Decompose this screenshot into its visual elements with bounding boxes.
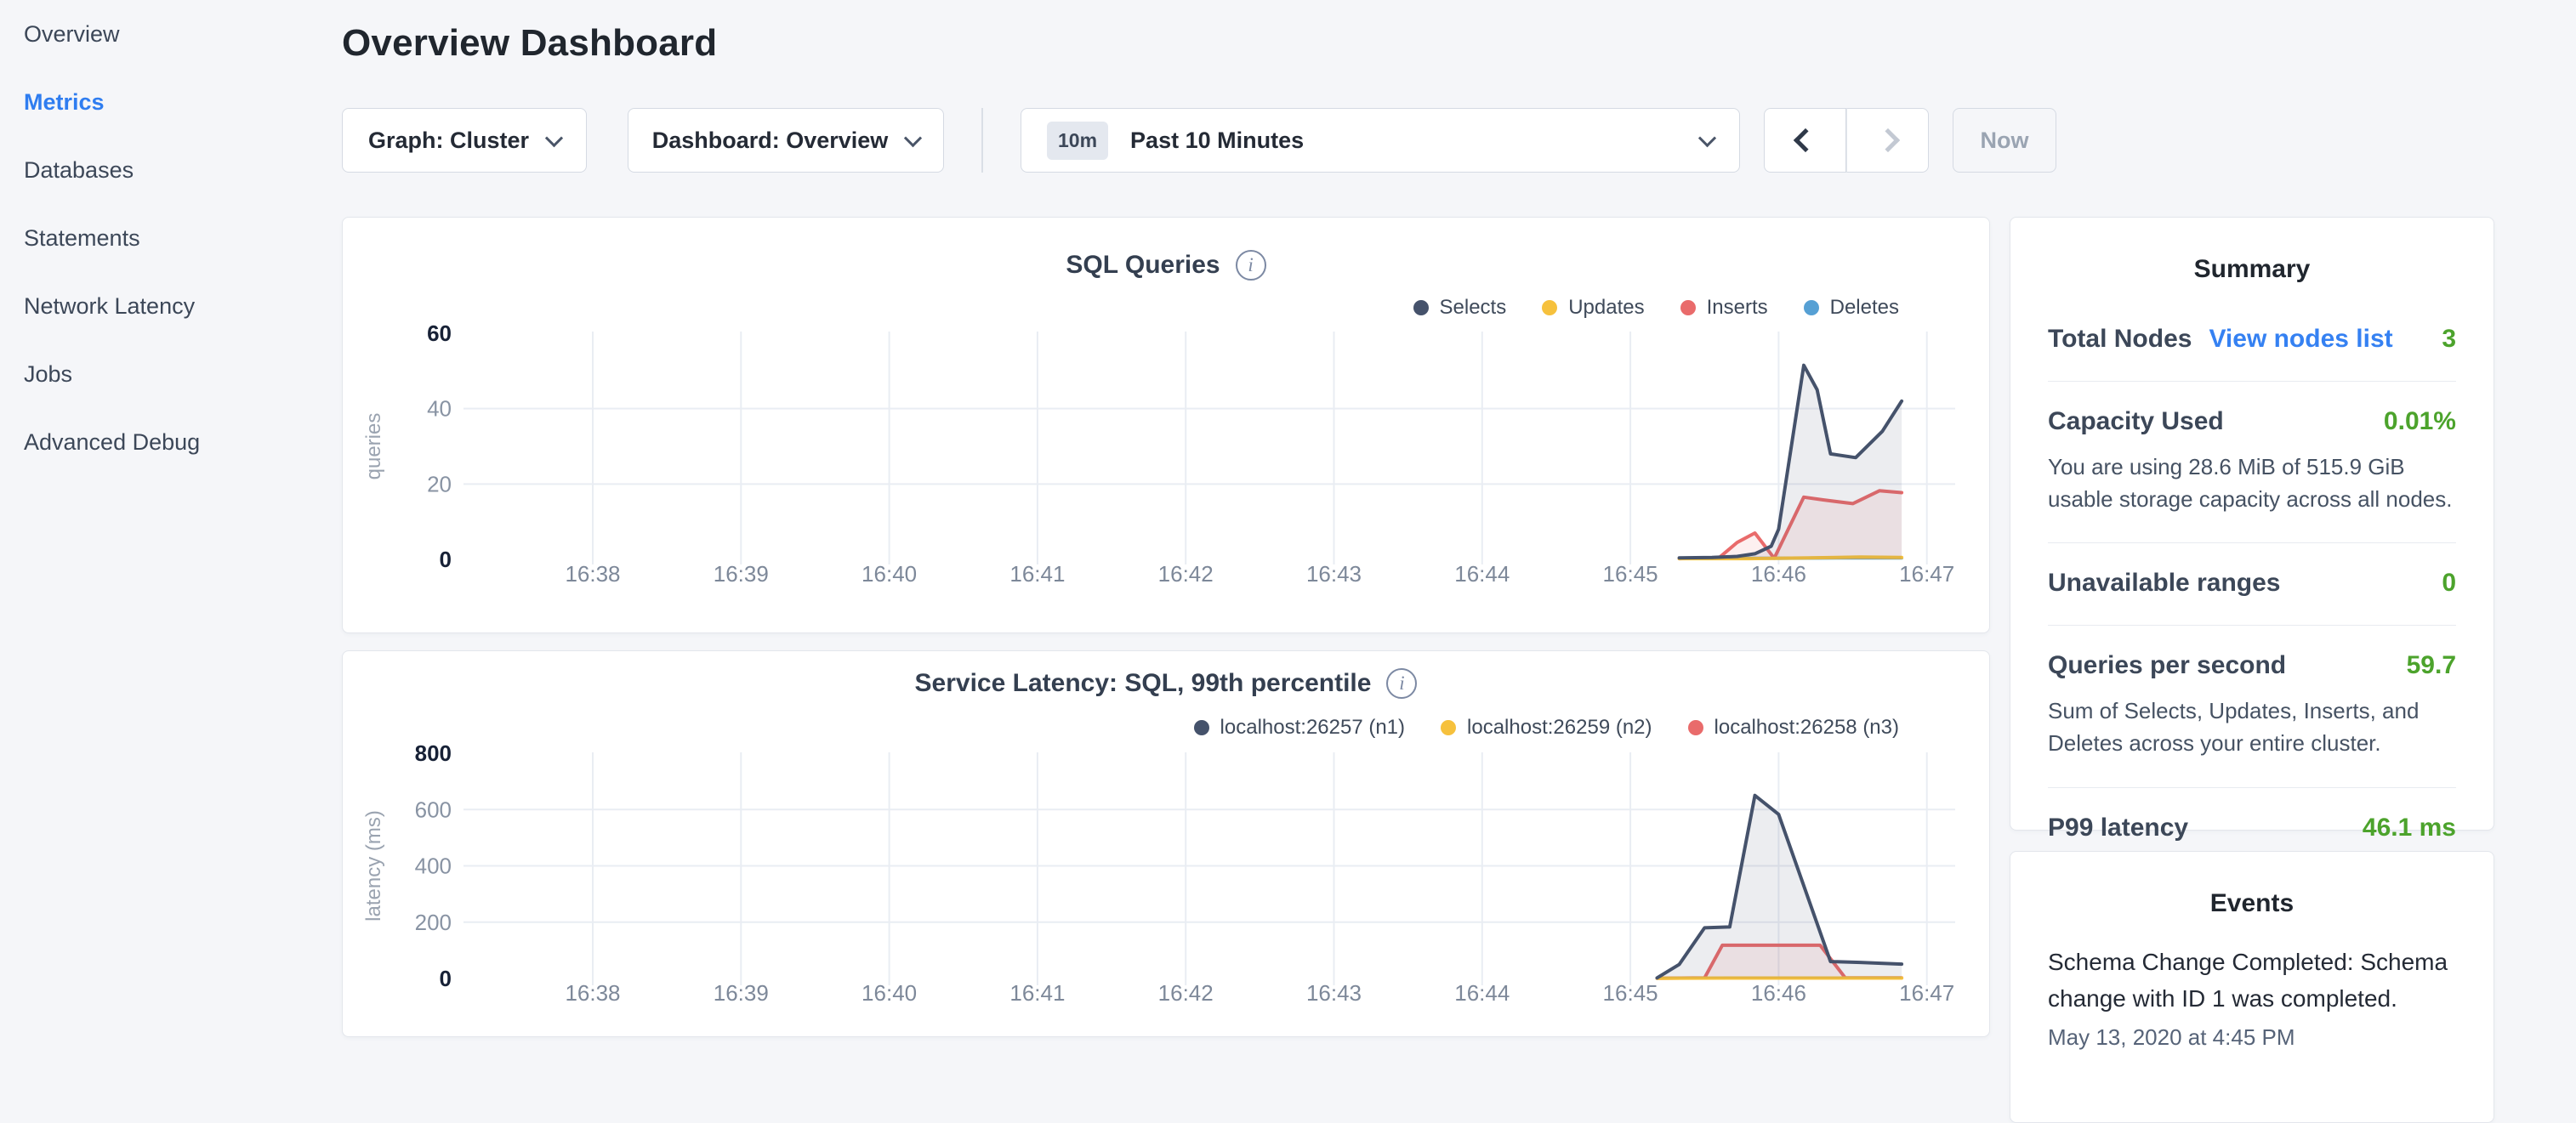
svg-text:16:42: 16:42: [1158, 561, 1214, 587]
now-button[interactable]: Now: [1953, 108, 2056, 173]
summary-panel: Summary Total Nodes View nodes list 3 Capac…: [2010, 217, 2494, 831]
svg-text:0: 0: [440, 966, 452, 991]
dashboard-dropdown-label: Dashboard: Overview: [652, 128, 889, 154]
svg-text:400: 400: [415, 854, 452, 879]
time-range-label: Past 10 Minutes: [1130, 128, 1679, 154]
svg-text:16:47: 16:47: [1899, 561, 1954, 587]
svg-text:0: 0: [440, 547, 452, 572]
chevron-left-icon: [1793, 128, 1817, 152]
chart-title-row: SQL Queries i: [343, 250, 1989, 281]
svg-text:40: 40: [427, 396, 452, 422]
chevron-down-icon: [545, 129, 563, 147]
svg-text:16:38: 16:38: [565, 561, 620, 587]
summary-row-label: P99 latency: [2048, 814, 2188, 842]
summary-row: Total Nodes View nodes list 3: [2048, 296, 2456, 381]
sidebar: OverviewMetricsDatabasesStatementsNetwor…: [0, 0, 342, 476]
info-icon[interactable]: i: [1236, 250, 1266, 281]
svg-text:16:41: 16:41: [1009, 980, 1065, 1006]
page-title: Overview Dashboard: [342, 22, 717, 65]
time-step-back-button[interactable]: [1764, 108, 1846, 173]
sidebar-item-databases[interactable]: Databases: [24, 136, 342, 204]
svg-text:16:39: 16:39: [714, 980, 769, 1006]
svg-text:16:38: 16:38: [565, 980, 620, 1006]
svg-text:20: 20: [427, 471, 452, 496]
service-latency-chart[interactable]: 0 200 400 600 800 16:38 16:39 16:40 16:41 16:42 16…: [343, 732, 1991, 1021]
chart-title-row: Service Latency: SQL, 99th percentile i: [343, 668, 1989, 699]
summary-row-value: 0.01%: [2384, 407, 2456, 436]
svg-text:16:44: 16:44: [1454, 561, 1510, 587]
toolbar: Graph: Cluster Dashboard: Overview 10m P…: [342, 108, 2056, 173]
summary-row-label: Unavailable ranges: [2048, 569, 2280, 598]
svg-text:600: 600: [415, 797, 452, 822]
svg-text:queries: queries: [362, 413, 385, 480]
svg-text:16:43: 16:43: [1306, 980, 1362, 1006]
chevron-down-icon: [1698, 129, 1716, 147]
service-latency-chart-card: Service Latency: SQL, 99th percentile i …: [342, 650, 1990, 1037]
chart-title: SQL Queries: [1066, 251, 1220, 280]
summary-row: Capacity Used 0.01% You are using 28.6 MiB…: [2048, 381, 2456, 542]
main-content: Overview Dashboard Graph: Cluster Dashbo…: [342, 0, 1990, 1051]
svg-text:16:45: 16:45: [1603, 561, 1658, 587]
chevron-down-icon: [904, 129, 922, 147]
summary-row-value: 59.7: [2407, 651, 2456, 680]
sql-queries-chart-card: SQL Queries i SelectsUpdatesInsertsDelet…: [342, 217, 1990, 633]
graph-dropdown-label: Graph: Cluster: [368, 128, 529, 154]
events-title: Events: [2048, 889, 2456, 918]
svg-text:200: 200: [415, 910, 452, 935]
info-icon[interactable]: i: [1386, 668, 1417, 699]
chart-title: Service Latency: SQL, 99th percentile: [915, 669, 1372, 698]
toolbar-divider: [981, 108, 983, 173]
summary-row-label: Capacity Used: [2048, 407, 2224, 436]
summary-row-value: 3: [2442, 325, 2456, 354]
sidebar-item-jobs[interactable]: Jobs: [24, 340, 342, 408]
dashboard-dropdown[interactable]: Dashboard: Overview: [628, 108, 944, 173]
summary-row-description: You are using 28.6 MiB of 515.9 GiB usab…: [2048, 451, 2456, 515]
svg-text:60: 60: [427, 320, 452, 346]
summary-row-label: Total Nodes: [2048, 325, 2192, 354]
svg-text:16:41: 16:41: [1009, 561, 1065, 587]
sidebar-item-statements[interactable]: Statements: [24, 204, 342, 272]
svg-text:16:47: 16:47: [1899, 980, 1954, 1006]
time-range-dropdown[interactable]: 10m Past 10 Minutes: [1021, 108, 1740, 173]
summary-row-value: 0: [2442, 569, 2456, 598]
sidebar-item-advanced-debug[interactable]: Advanced Debug: [24, 408, 342, 476]
time-step-forward-button[interactable]: [1846, 108, 1929, 173]
summary-row-label: Queries per second: [2048, 651, 2286, 680]
svg-text:16:46: 16:46: [1751, 561, 1806, 587]
event-item: Schema Change Completed: Schema change w…: [2048, 944, 2456, 1051]
svg-text:16:44: 16:44: [1454, 980, 1510, 1006]
summary-row-value: 46.1 ms: [2363, 814, 2456, 842]
svg-text:16:40: 16:40: [862, 561, 917, 587]
summary-title: Summary: [2048, 255, 2456, 284]
sidebar-item-network-latency[interactable]: Network Latency: [24, 272, 342, 340]
svg-text:latency (ms): latency (ms): [362, 810, 385, 922]
sql-queries-chart[interactable]: 0 20 40 60 16:38 16:39 16:40 16:41 16:42 16:43 16:…: [343, 311, 1991, 600]
svg-text:16:39: 16:39: [714, 561, 769, 587]
graph-dropdown[interactable]: Graph: Cluster: [342, 108, 587, 173]
summary-row-description: Sum of Selects, Updates, Inserts, and De…: [2048, 695, 2456, 759]
summary-row: Queries per second 59.7 Sum of Selects, Up…: [2048, 625, 2456, 786]
sidebar-item-overview[interactable]: Overview: [24, 0, 342, 68]
summary-rows: Total Nodes View nodes list 3 Capacity Used…: [2048, 296, 2456, 870]
svg-text:16:45: 16:45: [1603, 980, 1658, 1006]
time-step-buttons: [1764, 108, 1929, 173]
svg-text:16:43: 16:43: [1306, 561, 1362, 587]
events-panel: Events Schema Change Completed: Schema c…: [2010, 851, 2494, 1123]
svg-text:800: 800: [415, 740, 452, 766]
event-text: Schema Change Completed: Schema change w…: [2048, 944, 2456, 1018]
svg-text:16:42: 16:42: [1158, 980, 1214, 1006]
event-list: Schema Change Completed: Schema change w…: [2048, 944, 2456, 1051]
view-nodes-list-link[interactable]: View nodes list: [2209, 325, 2392, 354]
event-timestamp: May 13, 2020 at 4:45 PM: [2048, 1024, 2456, 1051]
summary-row: Unavailable ranges 0: [2048, 542, 2456, 625]
svg-text:16:40: 16:40: [862, 980, 917, 1006]
chevron-right-icon: [1875, 128, 1899, 152]
svg-text:16:46: 16:46: [1751, 980, 1806, 1006]
sidebar-item-metrics[interactable]: Metrics: [24, 68, 342, 136]
time-range-badge: 10m: [1047, 122, 1108, 160]
